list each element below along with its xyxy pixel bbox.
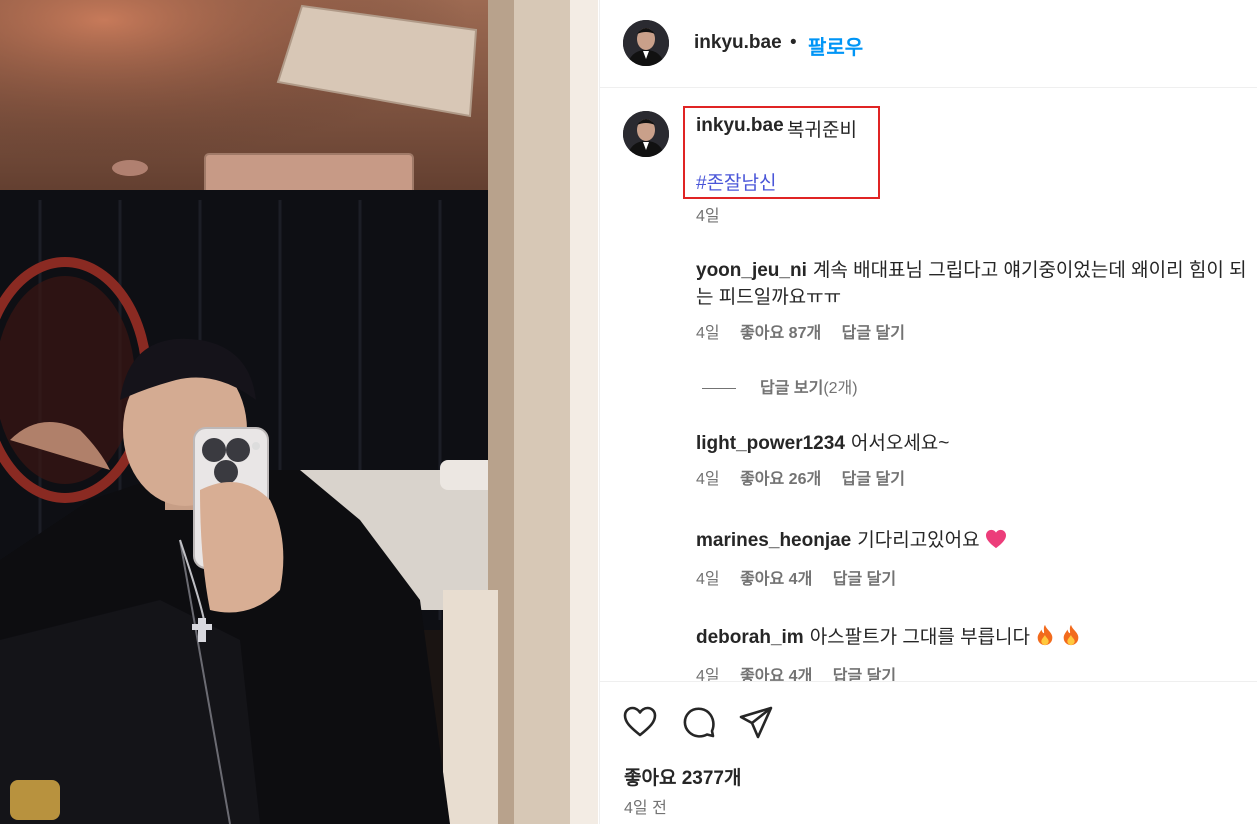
caption-hashtag[interactable]: #존잘남신 — [696, 168, 777, 195]
comment-meta: 4일 좋아요 4개 답글 달기 — [696, 565, 1256, 589]
share-icon[interactable] — [738, 704, 774, 740]
comment-item: marines_heonjae 기다리고있어요 4일 좋아요 4개 답글 달기 — [696, 527, 1256, 589]
separator-dot: • — [790, 32, 797, 53]
view-replies-button[interactable]: 답글 보기(2개) — [702, 374, 858, 398]
author-username[interactable]: inkyu.bae — [694, 32, 782, 54]
caption-username[interactable]: inkyu.bae — [696, 115, 784, 137]
comment-likes[interactable]: 좋아요 87개 — [740, 325, 821, 342]
reply-button[interactable]: 답글 달기 — [842, 325, 905, 342]
comment-username[interactable]: yoon_jeu_ni — [696, 260, 807, 281]
likes-count[interactable]: 좋아요 2377개 — [624, 763, 741, 790]
comment-body: marines_heonjae 기다리고있어요 — [696, 527, 1256, 557]
heart-emoji — [985, 529, 1007, 557]
post-detail-panel: inkyu.bae • 팔로우 inkyu.bae 복귀준비 #존잘남신 4일 — [599, 0, 1257, 824]
comments-list[interactable]: inkyu.bae 복귀준비 #존잘남신 4일 yoon_jeu_ni 계속 배대… — [600, 89, 1257, 681]
reply-button[interactable]: 답글 달기 — [842, 471, 905, 488]
post-photo[interactable] — [0, 0, 598, 824]
caption-text: 복귀준비 — [787, 120, 857, 141]
comment-likes[interactable]: 좋아요 4개 — [740, 571, 812, 588]
comment-body: yoon_jeu_ni 계속 배대표님 그립다고 얘기중이었는데 왜이리 힘이 되… — [696, 257, 1256, 311]
comment-time: 4일 — [696, 471, 720, 488]
comment-text: 어서오세요~ — [850, 433, 950, 454]
caption-avatar[interactable] — [623, 111, 669, 157]
post-time: 4일 전 — [624, 800, 667, 817]
comment-time: 4일 — [696, 325, 720, 342]
post-header: inkyu.bae • 팔로우 — [600, 0, 1257, 88]
post-actions: 좋아요 2377개 4일 전 — [600, 681, 1257, 824]
comment-time: 4일 — [696, 571, 720, 588]
post-photo-image — [0, 0, 598, 824]
comment-text: 기다리고있어요 — [857, 530, 980, 551]
comment-username[interactable]: marines_heonjae — [696, 530, 851, 551]
heart-icon[interactable] — [622, 704, 658, 740]
comment-body: deborah_im 아스팔트가 그대를 부릅니다 — [696, 624, 1256, 654]
comment-text: 아스팔트가 그대를 부릅니다 — [809, 627, 1031, 648]
comment-icon[interactable] — [681, 704, 717, 740]
comment-username[interactable]: light_power1234 — [696, 433, 845, 454]
fire-emoji — [1035, 624, 1055, 654]
comment-item: yoon_jeu_ni 계속 배대표님 그립다고 얘기중이었는데 왜이리 힘이 되… — [696, 257, 1256, 343]
reply-button[interactable]: 답글 달기 — [833, 571, 896, 588]
comment-username[interactable]: deborah_im — [696, 627, 804, 648]
caption-time: 4일 — [696, 208, 720, 225]
follow-button[interactable]: 팔로우 — [808, 31, 863, 60]
comment-likes[interactable]: 좋아요 4개 — [740, 668, 812, 681]
author-avatar[interactable] — [623, 20, 669, 66]
comment-time: 4일 — [696, 668, 720, 681]
reply-button[interactable]: 답글 달기 — [833, 668, 896, 681]
comment-item: light_power1234 어서오세요~ 4일 좋아요 26개 답글 달기 — [696, 430, 1256, 489]
fire-emoji — [1061, 624, 1081, 654]
comment-meta: 4일 좋아요 26개 답글 달기 — [696, 465, 1256, 489]
replies-divider-line — [702, 388, 736, 390]
view-replies-label: 답글 보기 — [760, 380, 824, 397]
comment-meta: 4일 좋아요 4개 답글 달기 — [696, 662, 1256, 681]
comment-body: light_power1234 어서오세요~ — [696, 430, 1256, 457]
comment-likes[interactable]: 좋아요 26개 — [740, 471, 821, 488]
view-replies-count: (2개) — [823, 380, 858, 397]
comment-meta: 4일 좋아요 87개 답글 달기 — [696, 319, 1256, 343]
comment-item: deborah_im 아스팔트가 그대를 부릅니다 4일 좋아요 4개 답글 달기 — [696, 624, 1256, 681]
